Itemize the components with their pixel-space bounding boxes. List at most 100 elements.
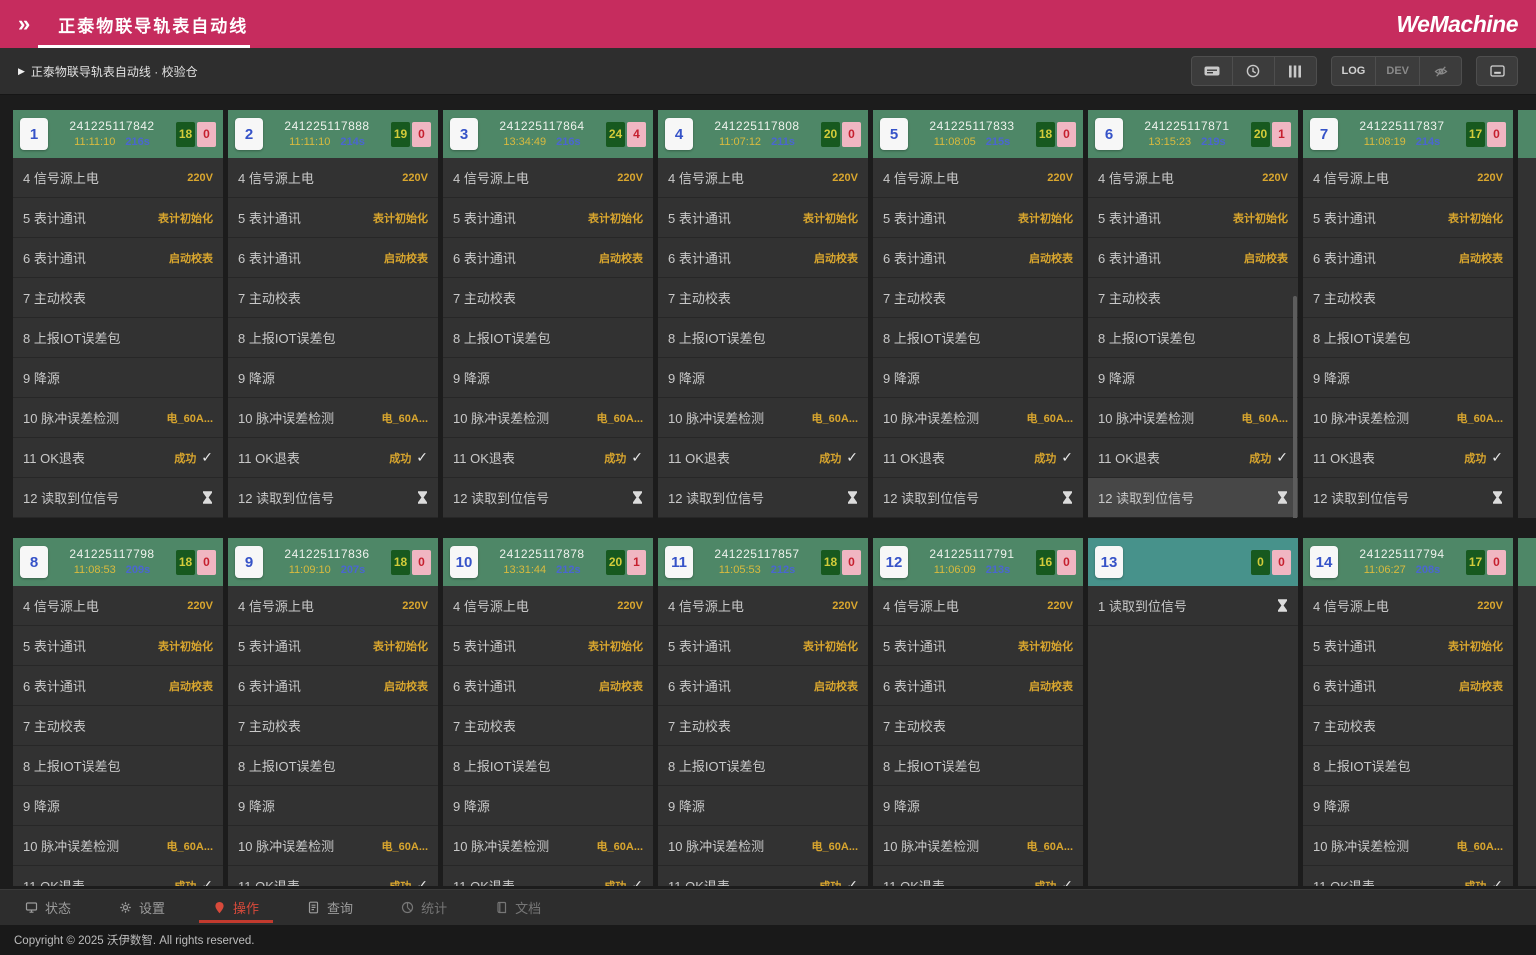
step-row[interactable]: 10 脉冲误差检测 电_60A... xyxy=(13,826,223,866)
step-row[interactable]: 12 读取到位信号 xyxy=(1088,478,1298,518)
step-row[interactable]: 11 OK退表 成功 ✓ xyxy=(13,438,223,478)
step-row[interactable]: 4 信号源上电 220V xyxy=(443,158,653,198)
step-row[interactable]: 8 上报IOT误差包 xyxy=(1303,318,1513,358)
step-row[interactable]: 11 OK退表 成功 ✓ xyxy=(443,866,653,886)
step-row[interactable]: 7 主动校表 xyxy=(1303,278,1513,318)
step-row[interactable]: 8 上报IOT误差包 xyxy=(1303,746,1513,786)
station-header[interactable]: 6 241225117871 13:15:23 219s 20 1 xyxy=(1088,110,1298,158)
step-row[interactable]: 8 上报IOT误差包 xyxy=(873,746,1083,786)
step-row[interactable]: 7 主动校表 xyxy=(1088,278,1298,318)
station-header[interactable]: 9 241225117836 11:09:10 207s 18 0 xyxy=(228,538,438,586)
step-row[interactable]: 9 降源 xyxy=(13,786,223,826)
step-row[interactable]: 12 读取到位信号 xyxy=(1303,478,1513,518)
station-header[interactable]: 10 241225117878 13:31:44 212s 20 1 xyxy=(443,538,653,586)
step-row[interactable]: 9 降源 xyxy=(658,358,868,398)
step-row[interactable]: 12 读取到位信号 xyxy=(443,478,653,518)
step-row[interactable]: 7 主动校表 xyxy=(443,706,653,746)
step-row[interactable]: 10 脉冲误差检测 电_60A... xyxy=(1303,826,1513,866)
station-header[interactable] xyxy=(1518,538,1536,586)
step-row[interactable]: 5 表计通讯 表计初始化 xyxy=(228,626,438,666)
step-row[interactable]: 5 表计通讯 表计初始化 xyxy=(658,198,868,238)
step-row[interactable]: 10 脉冲误差检测 电_60A... xyxy=(443,398,653,438)
step-row[interactable]: 4 信号源上电 220V xyxy=(1303,586,1513,626)
card-scrollbar[interactable] xyxy=(1293,296,1297,518)
step-row[interactable]: 12 读取到位信号 xyxy=(658,478,868,518)
tab-status[interactable]: 状态 xyxy=(25,890,71,925)
history-button[interactable] xyxy=(1233,56,1275,86)
step-row[interactable]: 8 上报IOT误差包 xyxy=(873,318,1083,358)
step-row[interactable]: 4 信号源上电 220V xyxy=(658,158,868,198)
step-row[interactable]: 9 降源 xyxy=(228,358,438,398)
station-header[interactable]: 12 241225117791 11:06:09 213s 16 0 xyxy=(873,538,1083,586)
step-row[interactable]: 11 OK退表 成功 ✓ xyxy=(1088,438,1298,478)
step-row[interactable]: 7 主动校表 xyxy=(658,706,868,746)
tab-query[interactable]: 查询 xyxy=(307,890,353,925)
step-row[interactable]: 4 信号源上电 220V xyxy=(658,586,868,626)
step-row[interactable]: 9 降源 xyxy=(443,786,653,826)
step-row[interactable]: 11 OK退表 成功 ✓ xyxy=(873,866,1083,886)
step-row[interactable]: 12 读取到位信号 xyxy=(228,478,438,518)
station-header[interactable]: 4 241225117808 11:07:12 211s 20 0 xyxy=(658,110,868,158)
step-row[interactable]: 6 表计通讯 启动校表 xyxy=(873,238,1083,278)
step-row[interactable]: 10 脉冲误差检测 电_60A... xyxy=(1088,398,1298,438)
step-row[interactable]: 8 上报IOT误差包 xyxy=(658,318,868,358)
step-row[interactable]: 6 表计通讯 启动校表 xyxy=(1303,666,1513,706)
station-header[interactable]: 3 241225117864 13:34:49 216s 24 4 xyxy=(443,110,653,158)
step-row[interactable]: 10 脉冲误差检测 电_60A... xyxy=(1303,398,1513,438)
hide-button[interactable] xyxy=(1420,56,1462,86)
step-row[interactable]: 8 上报IOT误差包 xyxy=(1088,318,1298,358)
step-row[interactable]: 5 表计通讯 表计初始化 xyxy=(13,626,223,666)
step-row[interactable]: 6 表计通讯 启动校表 xyxy=(873,666,1083,706)
step-row[interactable]: 9 降源 xyxy=(13,358,223,398)
step-row[interactable]: 9 降源 xyxy=(228,786,438,826)
step-row[interactable]: 7 主动校表 xyxy=(13,706,223,746)
screen-button[interactable] xyxy=(1476,56,1518,86)
step-row[interactable]: 5 表计通讯 表计初始化 xyxy=(1303,626,1513,666)
station-header[interactable] xyxy=(1518,110,1536,158)
step-row[interactable]: 5 表计通讯 表计初始化 xyxy=(1088,198,1298,238)
step-row[interactable]: 10 脉冲误差检测 电_60A... xyxy=(443,826,653,866)
station-header[interactable]: 7 241225117837 11:08:19 214s 17 0 xyxy=(1303,110,1513,158)
step-row[interactable]: 7 主动校表 xyxy=(228,278,438,318)
step-row[interactable]: 5 表计通讯 表计初始化 xyxy=(228,198,438,238)
step-row[interactable]: 6 表计通讯 启动校表 xyxy=(13,666,223,706)
step-row[interactable]: 7 主动校表 xyxy=(658,278,868,318)
step-row[interactable]: 7 主动校表 xyxy=(1303,706,1513,746)
step-row[interactable]: 9 降源 xyxy=(658,786,868,826)
step-row[interactable]: 9 降源 xyxy=(1303,358,1513,398)
step-row[interactable]: 6 表计通讯 启动校表 xyxy=(443,666,653,706)
step-row[interactable]: 12 读取到位信号 xyxy=(13,478,223,518)
step-row[interactable]: 7 主动校表 xyxy=(228,706,438,746)
step-row[interactable]: 11 OK退表 成功 ✓ xyxy=(1303,866,1513,886)
step-row[interactable]: 10 脉冲误差检测 电_60A... xyxy=(658,398,868,438)
step-row[interactable]: 4 信号源上电 220V xyxy=(1088,158,1298,198)
dev-button[interactable]: DEV xyxy=(1376,56,1420,86)
step-row[interactable]: 6 表计通讯 启动校表 xyxy=(13,238,223,278)
step-row[interactable]: 7 主动校表 xyxy=(873,278,1083,318)
step-row[interactable]: 9 降源 xyxy=(1303,786,1513,826)
step-row[interactable]: 8 上报IOT误差包 xyxy=(443,746,653,786)
log-button[interactable]: LOG xyxy=(1331,56,1377,86)
step-row[interactable]: 4 信号源上电 220V xyxy=(873,158,1083,198)
step-row[interactable]: 1 读取到位信号 xyxy=(1088,586,1298,626)
step-row[interactable]: 8 上报IOT误差包 xyxy=(228,746,438,786)
step-row[interactable]: 7 主动校表 xyxy=(443,278,653,318)
step-row[interactable]: 7 主动校表 xyxy=(873,706,1083,746)
step-row[interactable]: 6 表计通讯 启动校表 xyxy=(228,238,438,278)
step-row[interactable]: 9 降源 xyxy=(873,358,1083,398)
step-row[interactable]: 11 OK退表 成功 ✓ xyxy=(13,866,223,886)
station-header[interactable]: 1 241225117842 11:11:10 216s 18 0 xyxy=(13,110,223,158)
step-row[interactable]: 9 降源 xyxy=(443,358,653,398)
step-row[interactable]: 11 OK退表 成功 ✓ xyxy=(873,438,1083,478)
step-row[interactable]: 8 上报IOT误差包 xyxy=(228,318,438,358)
step-row[interactable]: 4 信号源上电 220V xyxy=(13,158,223,198)
step-row[interactable]: 11 OK退表 成功 ✓ xyxy=(658,866,868,886)
sidebar-expand-icon[interactable]: » xyxy=(18,13,30,35)
step-row[interactable]: 8 上报IOT误差包 xyxy=(658,746,868,786)
step-row[interactable]: 11 OK退表 成功 ✓ xyxy=(1303,438,1513,478)
step-row[interactable]: 4 信号源上电 220V xyxy=(13,586,223,626)
step-row[interactable]: 6 表计通讯 启动校表 xyxy=(658,666,868,706)
step-row[interactable]: 4 信号源上电 220V xyxy=(873,586,1083,626)
page-title-tab[interactable]: 正泰物联导轨表自动线 xyxy=(58,12,248,37)
step-row[interactable]: 9 降源 xyxy=(1088,358,1298,398)
